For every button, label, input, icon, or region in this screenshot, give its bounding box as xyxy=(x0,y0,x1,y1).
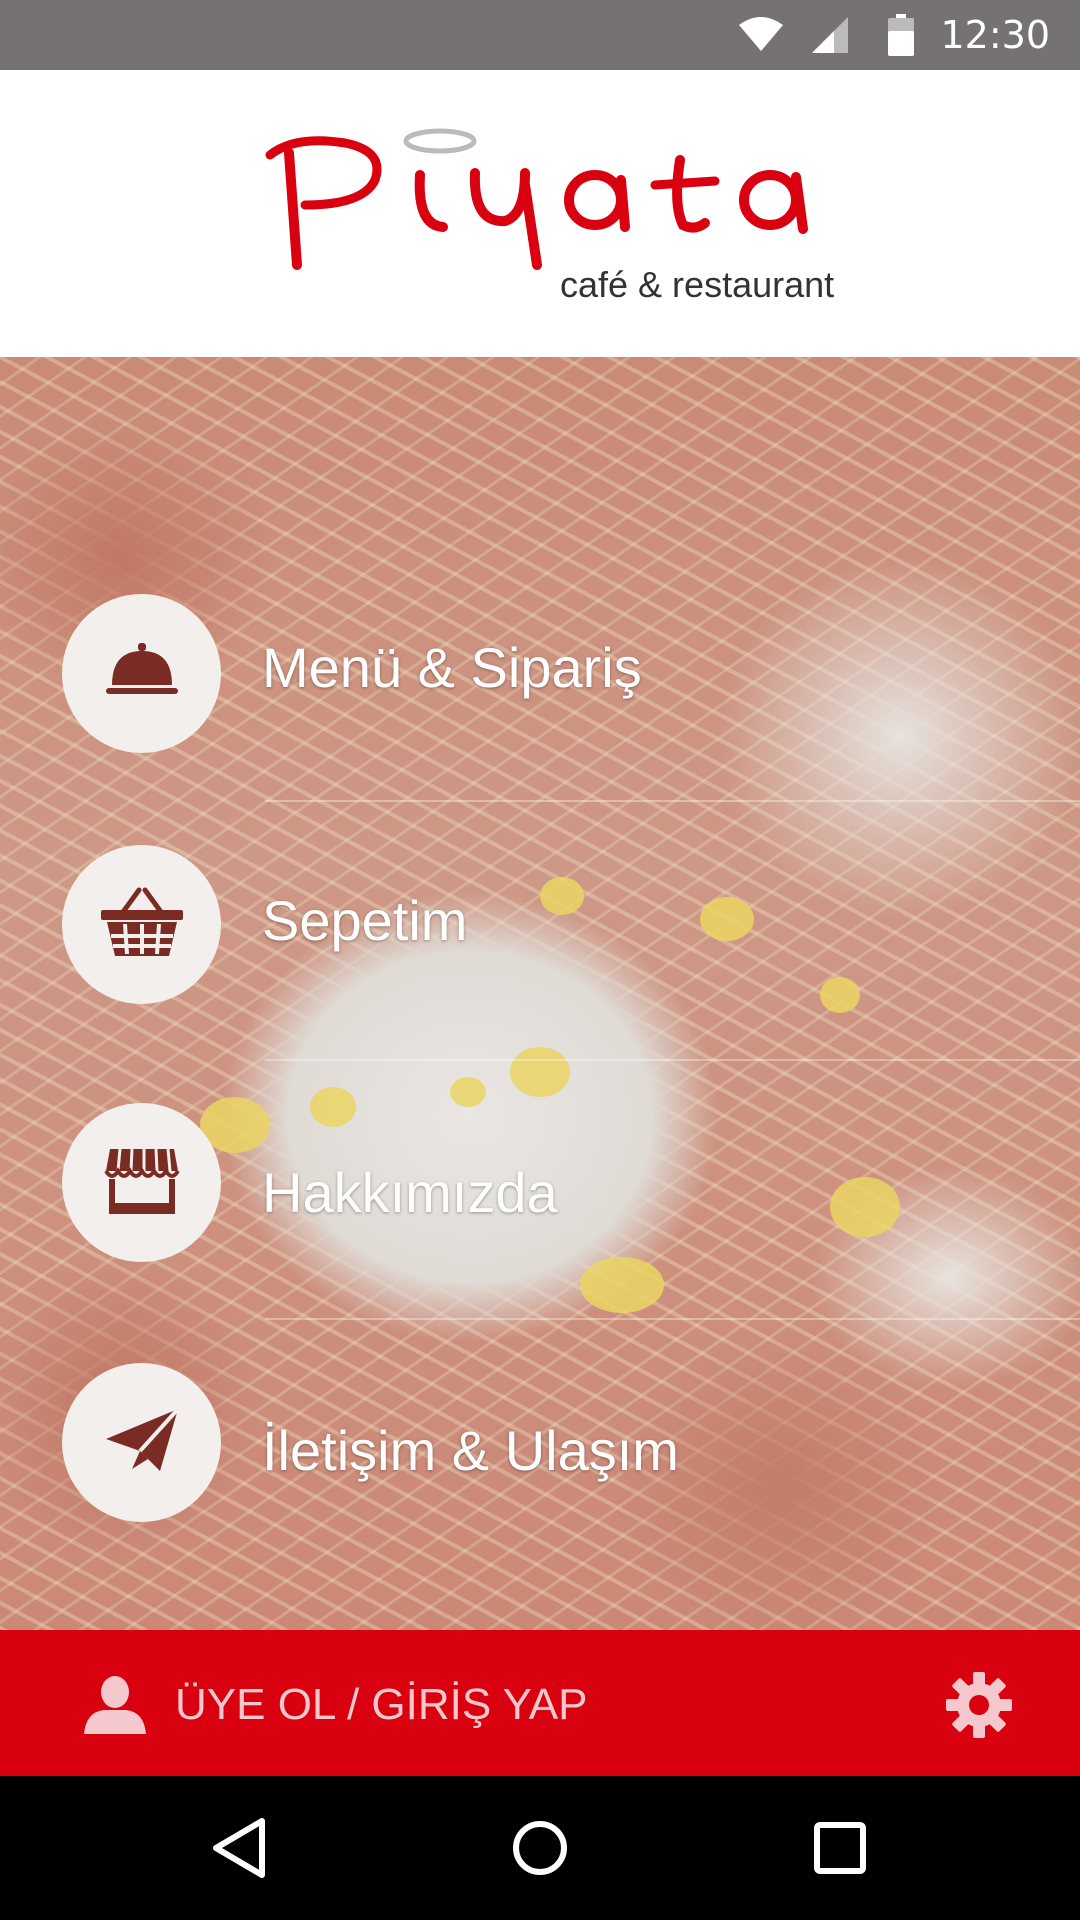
menu-icon-circle xyxy=(62,1103,221,1262)
status-time: 12:30 xyxy=(940,13,1050,57)
storefront-icon xyxy=(103,1145,180,1220)
menu-icon-circle xyxy=(62,594,221,753)
menu-item-contact[interactable]: İletişim & Ulaşım xyxy=(0,1362,1080,1622)
user-icon[interactable] xyxy=(82,1676,148,1739)
back-icon[interactable] xyxy=(200,1776,280,1920)
menu-label: Hakkımızda xyxy=(262,1161,558,1224)
recents-icon[interactable] xyxy=(800,1776,880,1920)
menu-label: Menü & Sipariş xyxy=(262,636,642,699)
login-register-button[interactable]: ÜYE OL / GİRİŞ YAP xyxy=(175,1680,587,1730)
menu-icon-circle xyxy=(62,845,221,1004)
divider xyxy=(265,1059,1080,1061)
battery-icon xyxy=(888,14,915,56)
signal-icon xyxy=(810,15,850,55)
home-icon[interactable] xyxy=(500,1776,580,1920)
menu-item-menu-order[interactable]: Menü & Sipariş xyxy=(0,585,1080,845)
login-bar: ÜYE OL / GİRİŞ YAP xyxy=(0,1630,1080,1776)
menu-icon-circle xyxy=(62,1363,221,1522)
status-bar: 12:30 xyxy=(0,0,1080,70)
gear-icon[interactable] xyxy=(944,1670,1014,1745)
system-navigation-bar xyxy=(0,1776,1080,1920)
menu-label: Sepetim xyxy=(262,889,468,952)
divider xyxy=(265,800,1080,802)
basket-icon xyxy=(99,884,185,965)
wifi-icon xyxy=(736,15,786,55)
cloche-icon xyxy=(102,641,182,706)
logo-tagline: café & restaurant xyxy=(560,264,835,305)
menu-label: İletişim & Ulaşım xyxy=(262,1419,679,1482)
paper-plane-icon xyxy=(102,1405,182,1480)
app-header: café & restaurant xyxy=(0,70,1080,357)
menu-item-about[interactable]: Hakkımızda xyxy=(0,1103,1080,1363)
divider xyxy=(265,1318,1080,1320)
menu-item-basket[interactable]: Sepetim xyxy=(0,845,1080,1105)
